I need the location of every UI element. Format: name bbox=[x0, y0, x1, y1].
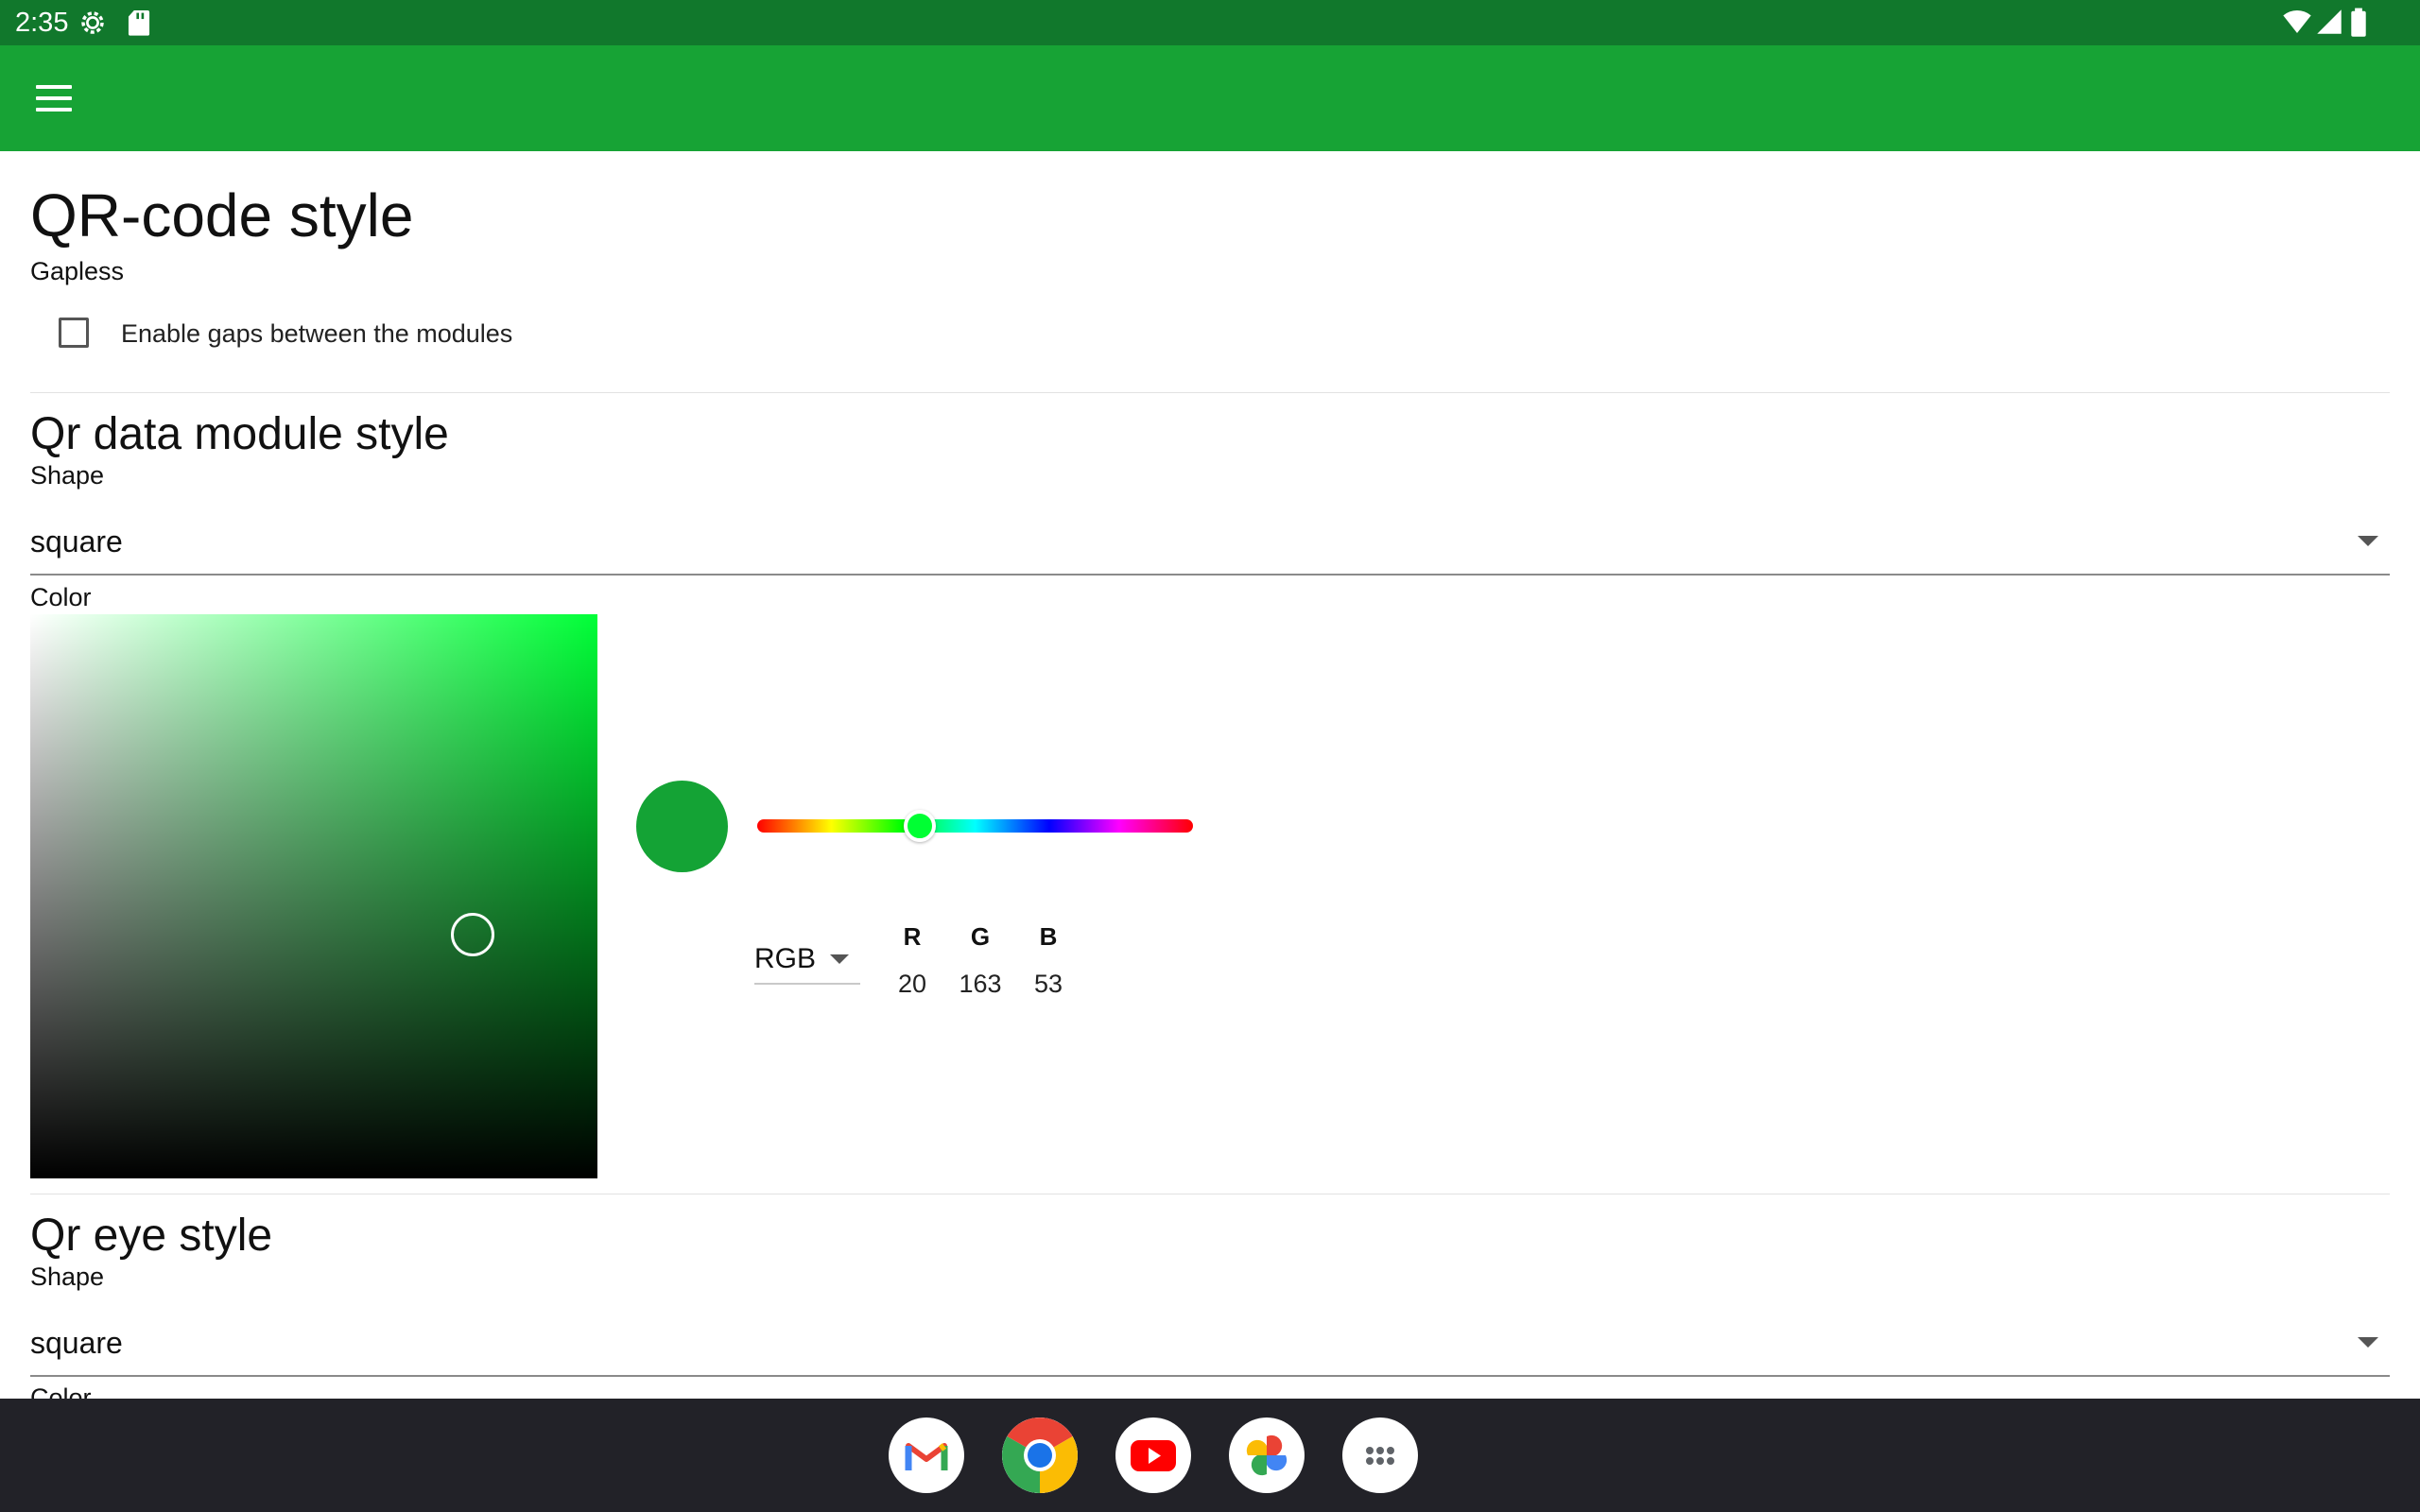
color-preview-swatch bbox=[636, 781, 728, 872]
color-mode-select[interactable]: RGB bbox=[754, 937, 860, 985]
signal-icon bbox=[2316, 8, 2342, 41]
gaps-checkbox[interactable] bbox=[59, 318, 89, 348]
channel-r-label: R bbox=[903, 922, 922, 951]
gaps-checkbox-label[interactable]: Enable gaps between the modules bbox=[121, 319, 512, 349]
saturation-value-picker[interactable] bbox=[30, 614, 597, 1178]
photos-icon[interactable] bbox=[1229, 1418, 1305, 1493]
sd-card-icon bbox=[127, 8, 151, 43]
status-bar: 2:35 bbox=[0, 0, 2420, 45]
menu-icon[interactable] bbox=[25, 78, 81, 118]
channel-g-label: G bbox=[970, 922, 991, 951]
app-drawer-icon[interactable] bbox=[1342, 1418, 1418, 1493]
youtube-icon[interactable] bbox=[1115, 1418, 1191, 1493]
data-module-shape-select[interactable]: square bbox=[30, 509, 2390, 576]
hue-slider-thumb[interactable] bbox=[904, 810, 936, 842]
taskbar bbox=[0, 1399, 2420, 1512]
gmail-icon[interactable] bbox=[889, 1418, 964, 1493]
data-module-shape-label: Shape bbox=[30, 461, 105, 490]
channel-g-value[interactable]: 163 bbox=[942, 970, 1018, 999]
color-mode-value: RGB bbox=[754, 943, 817, 974]
eye-shape-value: square bbox=[30, 1326, 123, 1360]
eye-shape-select[interactable]: square bbox=[30, 1311, 2390, 1377]
eye-heading: Qr eye style bbox=[30, 1211, 273, 1261]
settings-icon bbox=[78, 8, 108, 43]
channel-b-label: B bbox=[1039, 922, 1058, 951]
sv-handle[interactable] bbox=[451, 913, 494, 956]
page-title: QR-code style bbox=[30, 181, 414, 249]
section-divider bbox=[30, 392, 2390, 393]
chevron-down-icon bbox=[830, 954, 849, 964]
chevron-down-icon bbox=[2358, 536, 2378, 546]
gapless-label: Gapless bbox=[30, 257, 125, 285]
chevron-down-icon bbox=[2358, 1337, 2378, 1348]
channel-b-value[interactable]: 53 bbox=[1011, 970, 1086, 999]
main-content[interactable]: QR-code style Gapless Enable gaps betwee… bbox=[0, 151, 2420, 1399]
eye-shape-label: Shape bbox=[30, 1263, 105, 1291]
status-time: 2:35 bbox=[15, 8, 69, 38]
eye-color-label: Color bbox=[30, 1383, 92, 1400]
data-module-shape-value: square bbox=[30, 524, 123, 558]
app-bar bbox=[0, 45, 2420, 151]
channel-r-value[interactable]: 20 bbox=[874, 970, 950, 999]
data-module-color-label: Color bbox=[30, 583, 92, 611]
chrome-icon[interactable] bbox=[1002, 1418, 1078, 1493]
battery-icon bbox=[2350, 8, 2367, 43]
hue-slider[interactable] bbox=[757, 810, 1193, 842]
data-module-heading: Qr data module style bbox=[30, 409, 449, 459]
wifi-icon bbox=[2282, 8, 2312, 41]
